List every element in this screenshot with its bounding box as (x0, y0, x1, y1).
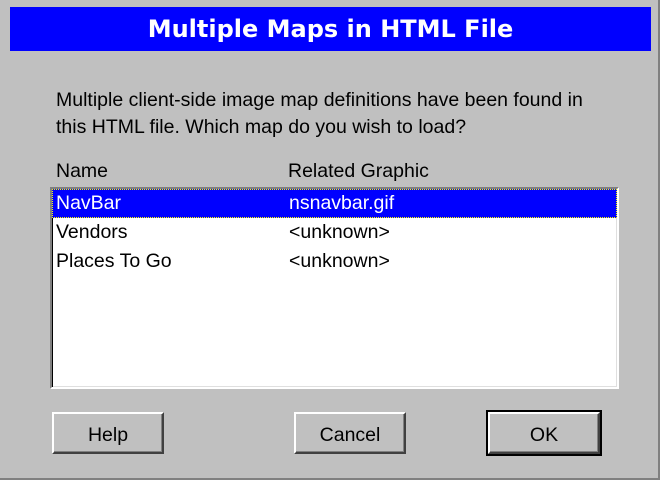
map-name: NavBar (56, 192, 122, 214)
related-graphic: <unknown> (289, 221, 390, 243)
multiple-maps-dialog: Multiple Maps in HTML File Multiple clie… (0, 0, 660, 480)
map-list-item-vendors[interactable]: Vendors <unknown> (52, 218, 617, 247)
column-header-related-graphic: Related Graphic (288, 160, 429, 182)
map-name: Places To Go (56, 250, 172, 272)
ok-button[interactable]: OK (486, 410, 602, 456)
column-header-name: Name (56, 160, 109, 182)
map-name: Vendors (56, 221, 128, 243)
map-list-item-navbar[interactable]: NavBar nsnavbar.gif (52, 189, 617, 218)
cancel-button[interactable]: Cancel (294, 412, 406, 454)
dialog-title: Multiple Maps in HTML File (10, 7, 651, 51)
map-list-item-places-to-go[interactable]: Places To Go <unknown> (52, 247, 617, 276)
message-line-2: this HTML file. Which map do you wish to… (56, 116, 467, 138)
message-line-1: Multiple client-side image map definitio… (56, 89, 583, 111)
dialog-message: Multiple client-side image map definitio… (56, 87, 646, 141)
related-graphic: <unknown> (289, 250, 390, 272)
related-graphic: nsnavbar.gif (289, 192, 395, 214)
map-list[interactable]: NavBar nsnavbar.gif Vendors <unknown> Pl… (50, 187, 619, 389)
help-button[interactable]: Help (52, 412, 164, 454)
